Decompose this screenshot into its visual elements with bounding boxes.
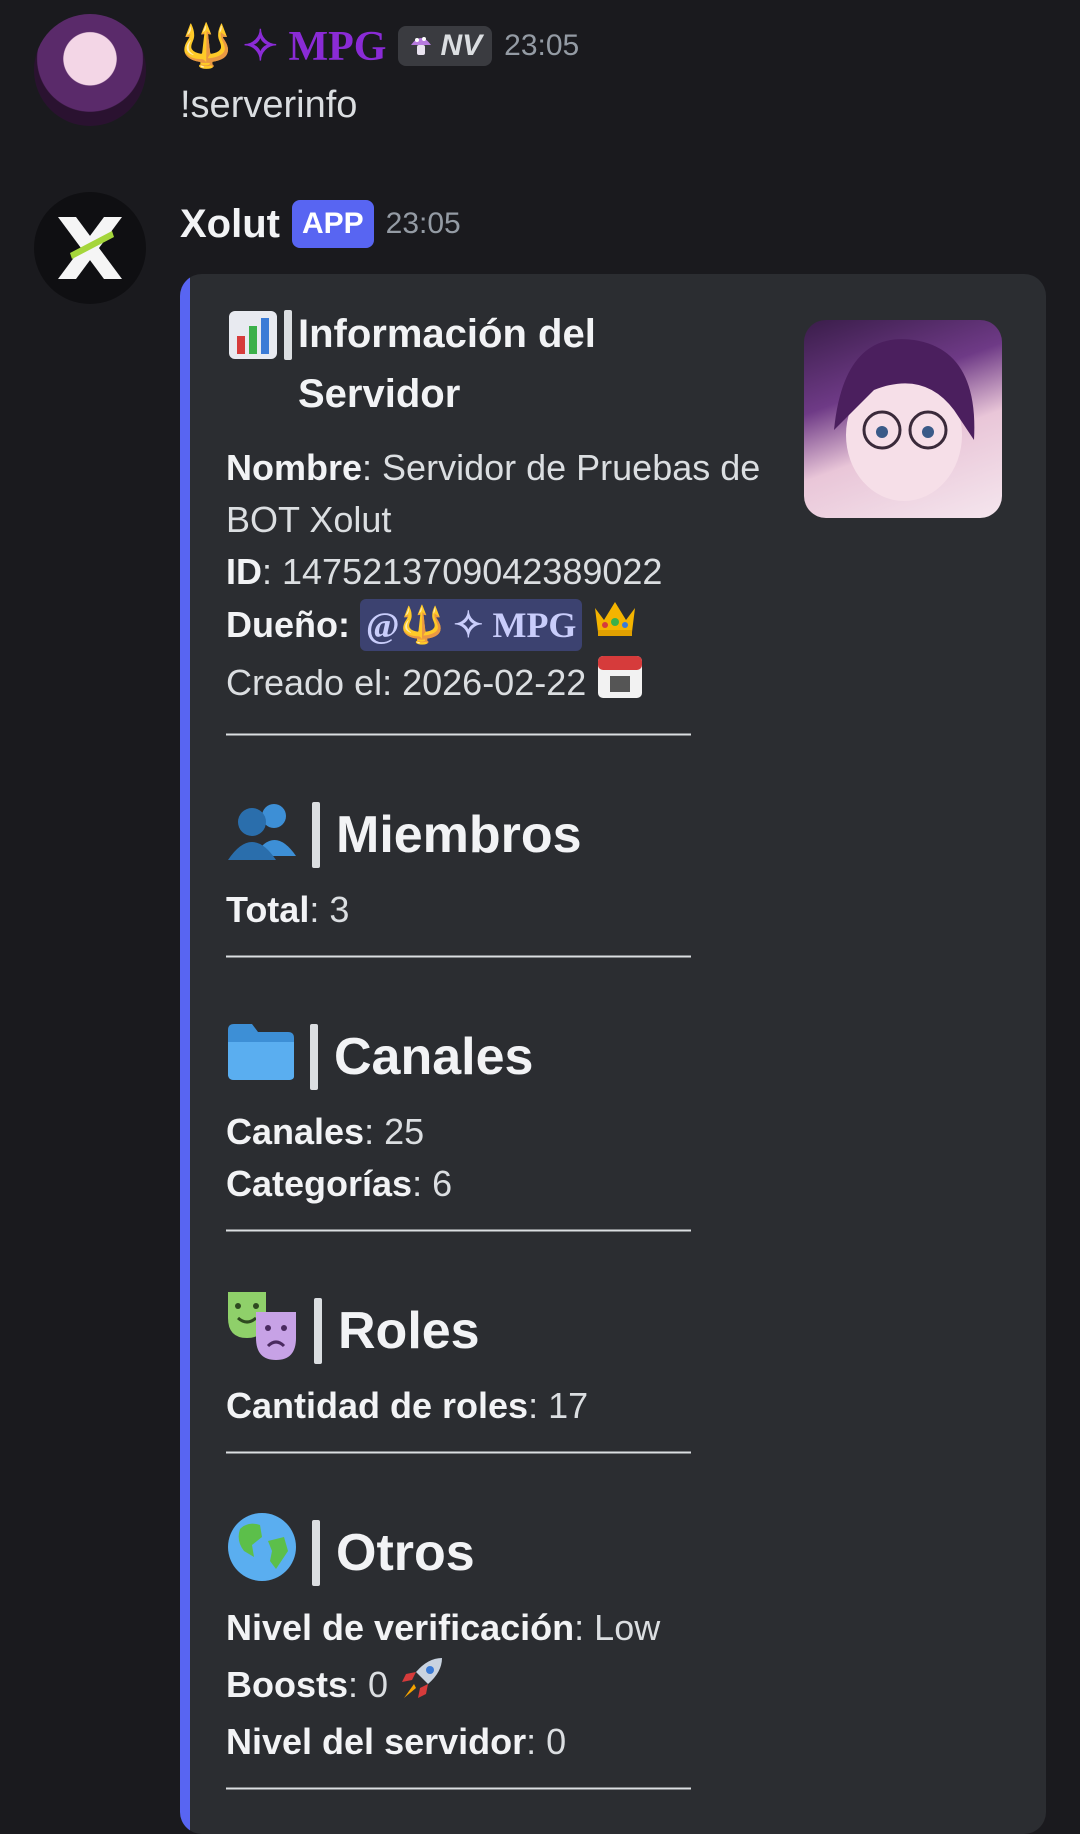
field-label: Cantidad de roles bbox=[226, 1385, 529, 1426]
field-label: Creado el: bbox=[226, 662, 393, 703]
bar-chart-icon bbox=[226, 308, 280, 362]
heading-divider bbox=[310, 1024, 318, 1090]
field-roles-count: Cantidad de roles: 17 bbox=[226, 1385, 589, 1426]
calendar-icon bbox=[596, 652, 644, 714]
heading-divider bbox=[314, 1298, 322, 1364]
members-icon bbox=[226, 794, 298, 877]
username[interactable]: 🔱 ✧ MPG bbox=[180, 21, 386, 71]
heading-divider bbox=[312, 802, 320, 868]
field-label: Total bbox=[226, 889, 310, 930]
bot-avatar[interactable] bbox=[34, 192, 146, 304]
embed-content: Información del Servidor Nombre: Servido… bbox=[226, 304, 786, 1804]
field-label: Boosts bbox=[226, 1664, 349, 1705]
owner-mention[interactable]: @🔱 ✧ MPG bbox=[359, 599, 583, 651]
field-id: ID: 1475213709042389022 bbox=[226, 551, 663, 592]
field-created: Creado el: 2026-02-22 bbox=[226, 652, 786, 714]
section-title: Miembros bbox=[336, 806, 582, 864]
embed-thumbnail[interactable] bbox=[804, 320, 1002, 518]
title-divider bbox=[284, 310, 292, 360]
message-text: !serverinfo bbox=[180, 84, 358, 126]
field-owner: Dueño: @🔱 ✧ MPG bbox=[226, 598, 786, 652]
field-label: Dueño: bbox=[226, 604, 350, 645]
section-title: Otros bbox=[336, 1524, 475, 1582]
field-nombre: Nombre: Servidor de Pruebas de BOT Xolut bbox=[226, 447, 761, 540]
globe-icon bbox=[226, 1511, 298, 1596]
field-label: Nivel del servidor bbox=[226, 1721, 527, 1762]
field-verification: Nivel de verificación: Low bbox=[226, 1607, 661, 1648]
app-badge: APP bbox=[291, 200, 374, 248]
message-timestamp: 23:05 bbox=[385, 207, 461, 240]
heading-divider bbox=[312, 1520, 320, 1586]
field-value: 0 bbox=[546, 1721, 567, 1762]
user-avatar[interactable] bbox=[34, 14, 146, 126]
separator: ———————————————— bbox=[226, 1434, 691, 1467]
embed-title-text: Información del Servidor bbox=[298, 312, 596, 416]
field-boosts: Boosts: 0 bbox=[226, 1654, 786, 1716]
section-others-heading: Otros bbox=[226, 1508, 786, 1598]
field-canales: Canales: 25 bbox=[226, 1111, 425, 1152]
embed-accent-bar bbox=[180, 274, 190, 1834]
field-label: Canales bbox=[226, 1111, 365, 1152]
separator: ———————————————— bbox=[226, 938, 691, 971]
separator: ———————————————— bbox=[226, 1212, 691, 1245]
rocket-icon bbox=[398, 1654, 446, 1716]
field-value: Low bbox=[594, 1607, 661, 1648]
field-value: 17 bbox=[548, 1385, 589, 1426]
section-title: Roles bbox=[338, 1302, 480, 1360]
field-value: 6 bbox=[432, 1163, 453, 1204]
message-timestamp: 23:05 bbox=[504, 29, 580, 62]
guild-tag-badge[interactable]: NV bbox=[398, 26, 493, 66]
theater-masks-icon bbox=[226, 1288, 300, 1375]
section-channels-heading: Canales bbox=[226, 1012, 786, 1102]
crown-icon bbox=[592, 598, 638, 652]
field-value: 1475213709042389022 bbox=[282, 551, 663, 592]
section-title: Canales bbox=[334, 1028, 534, 1086]
field-categorias: Categorías: 6 bbox=[226, 1163, 453, 1204]
field-value: 2026-02-22 bbox=[402, 662, 587, 703]
bot-name[interactable]: Xolut bbox=[180, 202, 280, 247]
folder-icon bbox=[226, 1020, 296, 1095]
field-value: 0 bbox=[368, 1664, 389, 1705]
separator: ———————————————— bbox=[226, 716, 691, 749]
field-label: ID bbox=[226, 551, 262, 592]
field-label: Nombre bbox=[226, 447, 363, 488]
field-label: Nivel de verificación bbox=[226, 1607, 575, 1648]
field-server-level: Nivel del servidor: 0 bbox=[226, 1721, 567, 1762]
xolut-logo-icon bbox=[58, 217, 122, 279]
field-value: 3 bbox=[329, 889, 350, 930]
separator: ———————————————— bbox=[226, 1770, 691, 1803]
mushroom-icon bbox=[408, 33, 434, 59]
embed-card: Información del Servidor Nombre: Servido… bbox=[180, 274, 1046, 1834]
section-roles-heading: Roles bbox=[226, 1286, 786, 1376]
field-total: Total: 3 bbox=[226, 889, 350, 930]
field-value: 25 bbox=[384, 1111, 425, 1152]
guild-tag-label: NV bbox=[440, 29, 483, 62]
field-label: Categorías bbox=[226, 1163, 413, 1204]
embed-title: Información del Servidor bbox=[226, 304, 786, 424]
section-members-heading: Miembros bbox=[226, 790, 786, 880]
